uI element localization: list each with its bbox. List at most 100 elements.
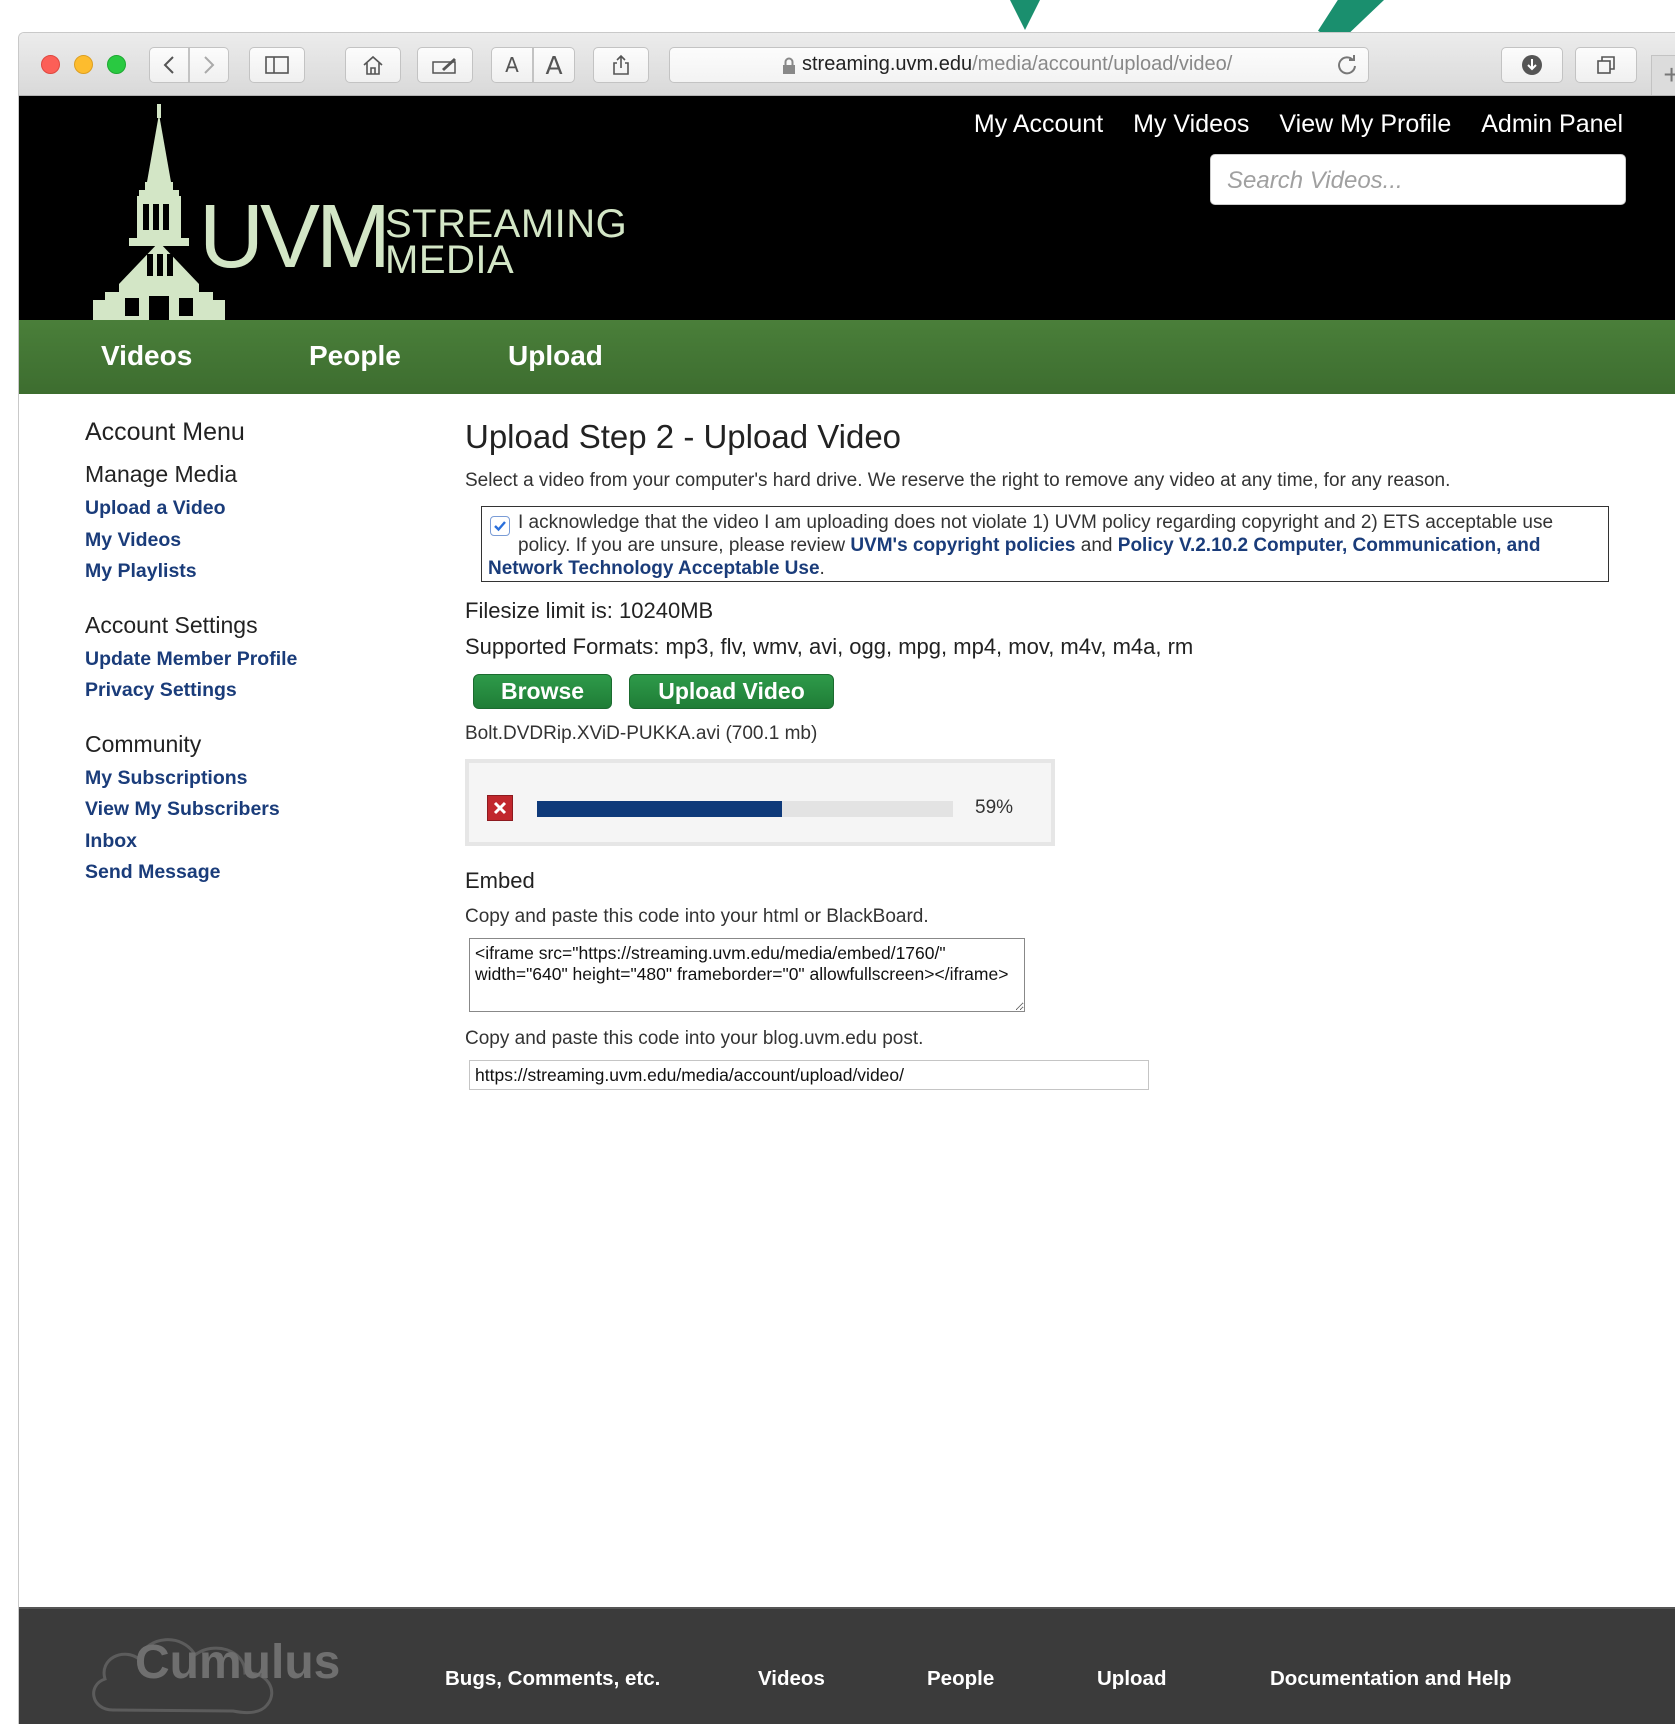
reload-icon[interactable] — [1336, 54, 1358, 76]
nav-my-videos[interactable]: My Videos — [1133, 110, 1249, 139]
footer-link-videos[interactable]: Videos — [758, 1667, 825, 1691]
sidebar-link-send-message[interactable]: Send Message — [85, 857, 405, 889]
minimize-window-button[interactable] — [74, 55, 93, 74]
sidebar-heading: Account Settings — [85, 611, 258, 638]
embed-help: Copy and paste this code into your html … — [465, 906, 929, 927]
acknowledge-period: . — [819, 558, 825, 579]
sidebar-link-my-playlists[interactable]: My Playlists — [85, 556, 405, 588]
page-title: Upload Step 2 - Upload Video — [465, 418, 902, 455]
logo-line-2: MEDIA — [385, 238, 515, 282]
sidebar-link-privacy-settings[interactable]: Privacy Settings — [85, 675, 405, 707]
selected-file-name: Bolt.DVDRip.XViD-PUKKA.avi (700.1 mb) — [465, 723, 818, 744]
sidebar-link-inbox[interactable]: Inbox — [85, 826, 405, 858]
checkmark-icon — [494, 521, 506, 532]
search-input[interactable]: Search Videos... — [1210, 154, 1626, 205]
chevron-right-icon — [204, 56, 215, 74]
main-nav: Videos People Upload — [19, 320, 1675, 394]
upload-progress-bar — [537, 801, 953, 817]
sidebar-group-account-settings: Account Settings Update Member Profile P… — [85, 612, 405, 707]
annotation-arrow — [1010, 0, 1040, 30]
upload-video-button[interactable]: Upload Video — [629, 674, 834, 709]
browser-toolbar: A A streaming.uvm.edu/media/account/uplo… — [19, 33, 1675, 96]
lock-icon — [783, 57, 795, 74]
logo-streaming-media-text: STREAMING MEDIA — [385, 202, 628, 282]
sidebar-link-my-videos[interactable]: My Videos — [85, 525, 405, 557]
sidebar-link-upload-video[interactable]: Upload a Video — [85, 493, 405, 525]
upload-progress-percent: 59% — [975, 797, 1014, 818]
browser-window: A A streaming.uvm.edu/media/account/uplo… — [18, 32, 1675, 1724]
close-window-button[interactable] — [41, 55, 60, 74]
sidebar-link-update-member-profile[interactable]: Update Member Profile — [85, 644, 405, 676]
footer-link-upload[interactable]: Upload — [1097, 1667, 1166, 1691]
footer-link-bugs[interactable]: Bugs, Comments, etc. — [445, 1667, 660, 1691]
downloads-button[interactable] — [1501, 47, 1563, 83]
upload-intro: Select a video from your computer's hard… — [465, 470, 1451, 491]
new-tab-button[interactable]: + — [1651, 55, 1675, 95]
upload-main: Upload Step 2 - Upload Video Select a vi… — [465, 418, 1625, 1090]
forward-button[interactable] — [189, 47, 229, 83]
filesize-limit: Filesize limit is: 10240MB — [465, 598, 714, 623]
tabs-overview-button[interactable] — [1575, 47, 1637, 83]
sidebar-group-manage-media: Manage Media Upload a Video My Videos My… — [85, 461, 405, 588]
sidebar-link-view-my-subscribers[interactable]: View My Subscribers — [85, 794, 405, 826]
text-smaller-button[interactable]: A — [491, 47, 533, 83]
url-host: streaming.uvm.edu — [802, 53, 973, 75]
sidebar-title: Account Menu — [85, 418, 245, 446]
footer-link-people[interactable]: People — [927, 1667, 994, 1691]
screen: A A streaming.uvm.edu/media/account/uplo… — [0, 0, 1675, 1724]
nav-admin-panel[interactable]: Admin Panel — [1481, 110, 1623, 139]
home-button[interactable] — [345, 47, 401, 83]
chevron-left-icon — [163, 56, 174, 74]
markup-button[interactable] — [417, 47, 473, 83]
download-icon — [1522, 55, 1542, 75]
cancel-upload-button[interactable] — [487, 795, 513, 821]
site-footer: Cumulus Bugs, Comments, etc. Videos Peop… — [19, 1607, 1675, 1724]
account-sidebar: Account Menu Manage Media Upload a Video… — [85, 418, 405, 913]
pencil-icon — [432, 58, 456, 74]
embed-heading: Embed — [465, 868, 535, 893]
blog-help: Copy and paste this code into your blog.… — [465, 1028, 924, 1049]
sidebar-toggle-button[interactable] — [249, 47, 305, 83]
zoom-window-button[interactable] — [107, 55, 126, 74]
browse-button[interactable]: Browse — [473, 674, 612, 709]
top-nav: My Account My Videos View My Profile Adm… — [974, 110, 1623, 139]
plus-icon: + — [1663, 59, 1675, 90]
sidebar-link-my-subscriptions[interactable]: My Subscriptions — [85, 763, 405, 795]
sidebar-icon — [265, 56, 289, 74]
address-bar[interactable]: streaming.uvm.edu/media/account/upload/v… — [669, 47, 1369, 83]
url-path: /media/account/upload/video/ — [972, 53, 1233, 75]
text-smaller-label: A — [505, 53, 519, 77]
sidebar-group-community: Community My Subscriptions View My Subsc… — [85, 731, 405, 889]
nav-view-my-profile[interactable]: View My Profile — [1279, 110, 1451, 139]
share-button[interactable] — [593, 47, 649, 83]
footer-link-documentation[interactable]: Documentation and Help — [1270, 1667, 1511, 1691]
home-icon — [363, 55, 383, 75]
embed-code-textarea[interactable]: <iframe src="https://streaming.uvm.edu/m… — [469, 938, 1025, 1012]
logo-uvm-text: UVM — [199, 187, 391, 287]
upload-progress-panel: 59% — [465, 759, 1055, 846]
logo-line-1: STREAMING — [385, 202, 628, 246]
main-nav-people[interactable]: People — [309, 340, 401, 372]
main-nav-videos[interactable]: Videos — [101, 340, 192, 372]
share-icon — [613, 54, 629, 75]
acknowledge-checkbox[interactable] — [490, 516, 510, 536]
tabs-icon — [1597, 56, 1615, 74]
text-larger-label: A — [545, 50, 563, 80]
acknowledge-and: and — [1075, 535, 1118, 556]
nav-my-account[interactable]: My Account — [974, 110, 1103, 139]
cumulus-logo-text: Cumulus — [135, 1636, 341, 1689]
upload-buttons: Browse Upload Video — [473, 674, 1625, 709]
site-header: UVM STREAMING MEDIA My Account My Videos… — [19, 96, 1675, 320]
sidebar-heading: Manage Media — [85, 461, 238, 487]
main-nav-upload[interactable]: Upload — [508, 340, 603, 372]
address-url: streaming.uvm.edu/media/account/upload/v… — [802, 53, 1232, 76]
copyright-policies-link[interactable]: UVM's copyright policies — [850, 535, 1075, 556]
acknowledge-box: I acknowledge that the video I am upload… — [481, 506, 1609, 582]
sidebar-heading: Community — [85, 730, 202, 757]
text-larger-button[interactable]: A — [533, 47, 575, 83]
back-button[interactable] — [149, 47, 189, 83]
supported-formats: Supported Formats: mp3, flv, wmv, avi, o… — [465, 634, 1194, 659]
blog-url-input[interactable] — [469, 1060, 1149, 1090]
close-icon — [493, 801, 507, 815]
upload-progress-fill — [537, 801, 783, 817]
